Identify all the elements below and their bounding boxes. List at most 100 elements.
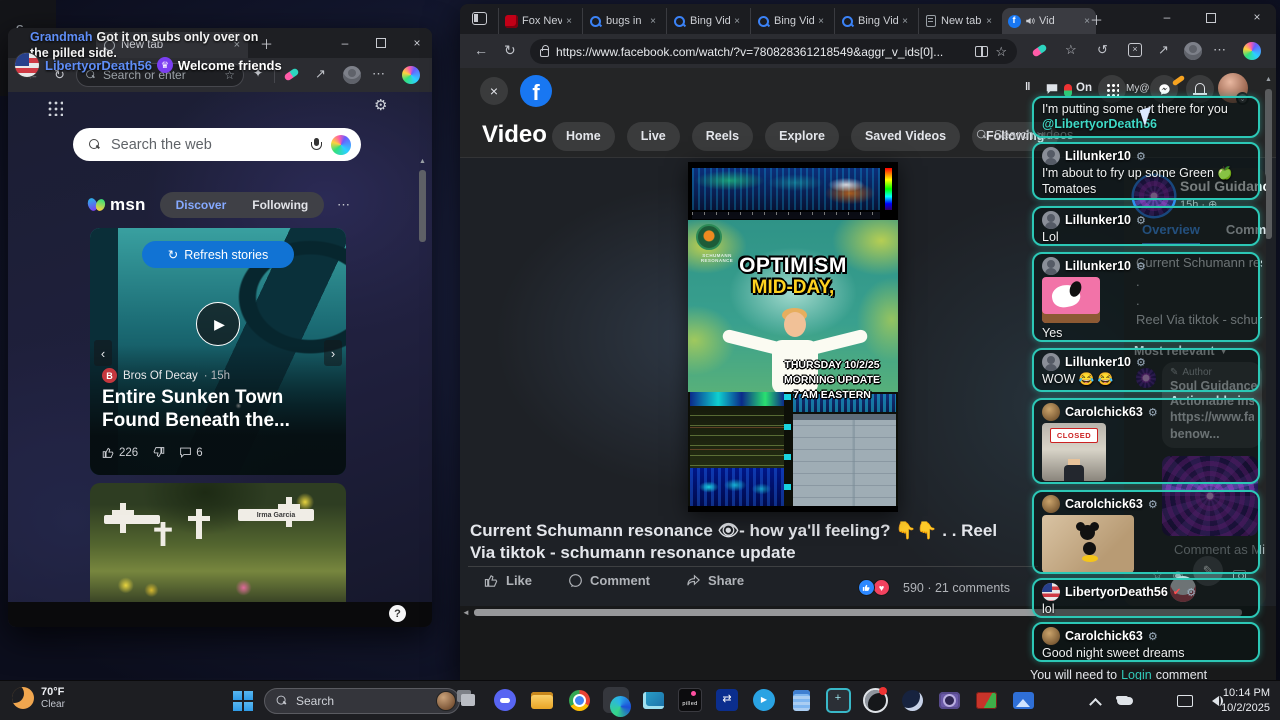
minimize-button[interactable]: – — [338, 36, 352, 50]
tab-close-icon[interactable]: × — [566, 16, 572, 27]
profile-avatar[interactable] — [343, 66, 361, 84]
photos-taskbar-icon[interactable] — [1010, 687, 1036, 713]
favorite-star-icon[interactable]: ☆ — [995, 44, 1007, 60]
comments-icon[interactable]: 6 — [179, 446, 203, 459]
share-icon[interactable]: ↗ — [1158, 42, 1169, 58]
tab-audio-icon[interactable] — [1025, 16, 1035, 26]
fox-browser-tab[interactable]: Fox Nev × — [498, 8, 578, 34]
profile-avatar[interactable] — [1184, 42, 1202, 60]
tab-close-icon[interactable]: × — [734, 16, 740, 27]
address-bar[interactable]: https://www.facebook.com/watch/?v=780828… — [530, 39, 1017, 64]
scrollbar-thumb[interactable] — [1265, 89, 1272, 239]
news-story-card[interactable]: ↻ Refresh stories ▶ ‹ › B Bros Of Decay … — [90, 228, 346, 475]
video-player[interactable]: SCHUMANN RESONANCE OPTIMISM MID-DAY, THU… — [688, 162, 898, 512]
reaction-summary[interactable]: ♥ 590 · 21 comments — [858, 579, 1010, 596]
notepad-taskbar-icon[interactable] — [788, 687, 814, 713]
newtab-browser-tab[interactable]: New tab × — [918, 8, 998, 34]
msn-feed-tab[interactable]: Following — [240, 194, 320, 216]
video-nav-pill[interactable]: Live — [626, 122, 680, 151]
tab-close-icon[interactable]: × — [986, 16, 992, 27]
news-story-card-memorial[interactable]: Irma Garcia — [90, 483, 346, 602]
microphone-icon[interactable] — [1146, 692, 1164, 710]
web-search-bar[interactable]: Search the web — [73, 128, 361, 161]
chrome-taskbar-icon[interactable] — [566, 687, 592, 713]
close-window-button[interactable]: × — [1250, 10, 1264, 24]
history-icon[interactable]: ↺ — [1097, 42, 1108, 58]
new-tab-button[interactable]: ＋ — [1090, 10, 1103, 29]
maximize-button[interactable] — [376, 38, 386, 48]
irfanview-taskbar-icon[interactable] — [973, 687, 999, 713]
copilot-icon[interactable] — [1243, 42, 1261, 60]
minimize-button[interactable]: – — [1160, 10, 1174, 24]
scroll-up-icon[interactable]: ▲ — [419, 158, 426, 165]
more-menu-icon[interactable]: ⋯ — [372, 66, 385, 82]
file-explorer-taskbar-icon[interactable] — [529, 687, 555, 713]
video-nav-pill[interactable]: Reels — [691, 122, 754, 151]
snipping-tool-taskbar-icon[interactable] — [825, 687, 851, 713]
teamviewer-taskbar-icon[interactable] — [714, 687, 740, 713]
bing-browser-tab[interactable]: Bing Vid × — [834, 8, 914, 34]
refresh-stories-button[interactable]: ↻ Refresh stories — [142, 241, 294, 268]
help-button[interactable]: ? — [389, 605, 406, 622]
camera-taskbar-icon[interactable] — [936, 687, 962, 713]
back-icon[interactable]: ← — [474, 42, 488, 58]
post-action-button[interactable]: Like — [484, 573, 532, 588]
tab-actions-icon[interactable] — [472, 12, 487, 25]
carousel-next-icon[interactable]: › — [324, 340, 342, 366]
split-screen-icon[interactable] — [975, 46, 989, 57]
copilot-icon[interactable] — [402, 66, 420, 84]
post-action-button[interactable]: Share — [686, 573, 744, 588]
media-player-taskbar-icon[interactable] — [640, 687, 666, 713]
favorites-icon[interactable]: ☆ — [1065, 42, 1077, 58]
story-title[interactable]: Entire Sunken Town Found Beneath the... — [102, 386, 336, 432]
mic-icon[interactable] — [311, 137, 322, 152]
msn-feed-tab[interactable]: Discover — [164, 194, 239, 216]
bing-browser-tab[interactable]: bugs in × — [582, 8, 662, 34]
share-icon[interactable]: ↗ — [315, 66, 326, 82]
start-button[interactable] — [233, 691, 253, 711]
post-action-button[interactable]: Comment — [568, 573, 650, 588]
comment-settings-icon[interactable]: ⚙ — [1136, 260, 1146, 273]
onedrive-icon[interactable] — [1116, 692, 1134, 710]
tab-close-icon[interactable]: × — [902, 16, 908, 27]
closed-tabs-icon[interactable]: × — [1128, 43, 1142, 57]
obs-taskbar-icon[interactable] — [862, 687, 888, 713]
tab-close-icon[interactable]: × — [650, 16, 656, 27]
copilot-icon[interactable] — [331, 134, 351, 155]
video-nav-pill[interactable]: Saved Videos — [850, 122, 961, 151]
display-icon[interactable] — [1176, 692, 1194, 710]
extension-pill-icon[interactable] — [1031, 43, 1048, 58]
task-view-taskbar-icon[interactable] — [455, 687, 481, 713]
settings-gear-icon[interactable]: ⚙ — [374, 96, 387, 114]
bing-browser-tab[interactable]: Bing Vid × — [666, 8, 746, 34]
close-window-button[interactable]: × — [410, 36, 424, 50]
thumb-down-icon[interactable] — [152, 446, 165, 459]
taskbar-search[interactable]: Search — [264, 688, 460, 714]
comment-settings-icon[interactable]: ⚙ — [1186, 586, 1196, 599]
thumb-up-icon[interactable]: 226 — [102, 446, 138, 459]
feed-more-icon[interactable]: ⋯ — [337, 197, 350, 213]
comment-settings-icon[interactable]: ⚙ — [1136, 150, 1146, 163]
comment-settings-icon[interactable]: ⚙ — [1148, 406, 1158, 419]
app-launcher-icon[interactable] — [47, 100, 63, 116]
play-button[interactable]: ▶ — [196, 302, 240, 346]
extension-pill-icon[interactable] — [283, 67, 300, 82]
tab-close-icon[interactable]: × — [818, 16, 824, 27]
more-menu-icon[interactable]: ⋯ — [1213, 42, 1226, 58]
carousel-prev-icon[interactable]: ‹ — [94, 340, 112, 366]
tray-expand-icon[interactable] — [1086, 692, 1104, 710]
scroll-up-icon[interactable]: ▲ — [1265, 76, 1272, 83]
comment-settings-icon[interactable]: ⚙ — [1136, 214, 1146, 227]
bing-browser-tab[interactable]: Bing Vid × — [750, 8, 830, 34]
edge-taskbar-icon[interactable] — [603, 687, 631, 717]
steam-taskbar-icon[interactable] — [899, 687, 925, 713]
video-nav-pill[interactable]: Explore — [765, 122, 839, 151]
pause-icon[interactable]: ‖ — [1025, 81, 1030, 93]
video-nav-pill[interactable]: Home — [552, 122, 615, 151]
refresh-icon[interactable]: ↻ — [504, 42, 516, 59]
maximize-button[interactable] — [1206, 13, 1216, 23]
scrollbar-thumb[interactable] — [419, 170, 426, 242]
facebook-logo[interactable]: f — [520, 75, 552, 107]
comment-settings-icon[interactable]: ⚙ — [1148, 630, 1158, 643]
close-overlay-button[interactable]: × — [480, 77, 508, 105]
